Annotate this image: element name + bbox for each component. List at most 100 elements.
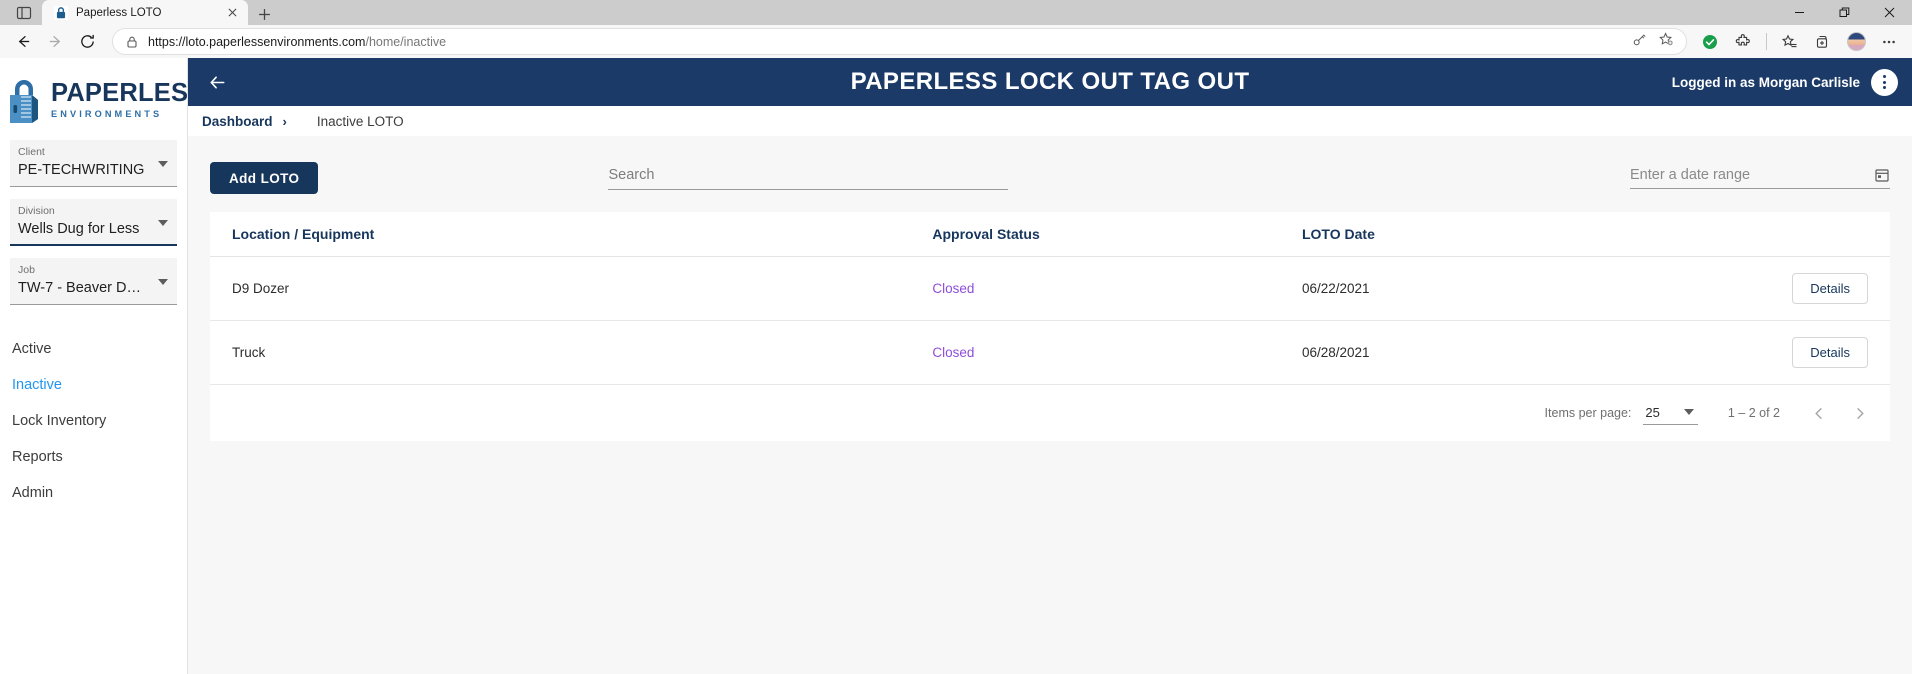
window-close-icon[interactable]	[1867, 0, 1912, 25]
back-arrow-icon[interactable]	[202, 67, 232, 97]
date-range-field[interactable]	[1630, 167, 1890, 189]
cell-status: Closed	[932, 320, 1302, 385]
breadcrumb: Dashboard › Inactive LOTO	[188, 106, 1912, 136]
user-info: Logged in as Morgan Carlisle	[1672, 68, 1898, 96]
new-tab-button[interactable]	[251, 3, 278, 25]
cell-loto-date: 06/28/2021	[1301, 320, 1672, 385]
logo-main-text: PAPERLESS	[51, 78, 206, 107]
details-button[interactable]: Details	[1792, 273, 1868, 304]
browser-titlebar: Paperless LOTO	[0, 0, 1912, 25]
sidebar-nav: Active Inactive Lock Inventory Reports A…	[0, 331, 187, 511]
division-select-value: Wells Dug for Less	[18, 220, 140, 237]
chevron-left-icon[interactable]	[1806, 400, 1832, 426]
profile-avatar-icon[interactable]	[1841, 28, 1871, 56]
date-range-input[interactable]	[1630, 167, 1866, 183]
settings-more-icon[interactable]	[1874, 28, 1904, 56]
close-icon[interactable]	[225, 5, 240, 20]
paginator-nav	[1806, 400, 1872, 426]
job-select-value: TW-7 - Beaver Dam Impr...	[18, 279, 169, 296]
items-per-page-label: Items per page:	[1544, 406, 1632, 420]
extensions-puzzle-icon[interactable]	[1728, 28, 1758, 56]
col-header-location: Location / Equipment	[210, 212, 933, 257]
main-content: PAPERLESS LOCK OUT TAG OUT Logged in as …	[188, 58, 1912, 674]
url-path: /home/inactive	[365, 34, 447, 49]
sidebar: PAPERLESS ENVIRONMENTS Client PE-TECHWRI…	[0, 58, 205, 674]
app-body: PAPERLESS ENVIRONMENTS Client PE-TECHWRI…	[0, 58, 1912, 674]
minimize-icon[interactable]	[1777, 0, 1822, 25]
client-select-label: Client	[18, 146, 45, 158]
division-select-label: Division	[18, 205, 55, 217]
cell-status: Closed	[932, 256, 1302, 321]
search-field[interactable]	[608, 166, 1009, 190]
loto-table: Location / Equipment Approval Status LOT…	[210, 212, 1890, 385]
table-head: Location / Equipment Approval Status LOT…	[210, 212, 1890, 257]
browser-toolbar-actions	[1695, 28, 1904, 56]
site-info-lock-icon[interactable]	[125, 35, 139, 49]
items-per-page-select[interactable]: 25	[1643, 402, 1698, 425]
col-header-actions	[1671, 212, 1890, 257]
reload-icon[interactable]	[72, 28, 102, 56]
cell-actions: Details	[1671, 256, 1890, 321]
calendar-icon[interactable]	[1874, 167, 1890, 183]
cell-location: Truck	[210, 320, 933, 385]
content-toolbar: Add LOTO	[210, 150, 1890, 206]
table-row[interactable]: D9 Dozer Closed 06/22/2021 Details	[210, 256, 1890, 321]
sidebar-item-reports[interactable]: Reports	[0, 439, 187, 475]
col-header-loto-date: LOTO Date	[1301, 212, 1672, 257]
shield-check-icon[interactable]	[1695, 28, 1725, 56]
tab-title: Paperless LOTO	[76, 6, 162, 19]
chevron-down-icon	[158, 161, 168, 167]
browser-tab[interactable]: Paperless LOTO	[42, 0, 248, 25]
sidebar-item-lock-inventory[interactable]: Lock Inventory	[0, 403, 187, 439]
details-button[interactable]: Details	[1792, 337, 1868, 368]
loto-table-card: Location / Equipment Approval Status LOT…	[210, 212, 1890, 441]
star-plus-icon[interactable]	[1659, 31, 1674, 52]
logo-text: PAPERLESS ENVIRONMENTS	[51, 78, 206, 120]
sidebar-item-admin[interactable]: Admin	[0, 475, 187, 511]
chevron-down-icon	[158, 219, 168, 226]
tab-list-icon[interactable]	[6, 0, 42, 25]
padlock-icon	[4, 77, 44, 123]
add-loto-button[interactable]: Add LOTO	[210, 162, 319, 194]
sidebar-item-active[interactable]: Active	[0, 331, 187, 367]
page-range-label: 1 – 2 of 2	[1727, 406, 1780, 420]
col-header-status: Approval Status	[932, 212, 1302, 257]
breadcrumb-dashboard[interactable]: Dashboard	[202, 114, 273, 129]
collections-icon[interactable]	[1808, 28, 1838, 56]
key-icon[interactable]	[1632, 32, 1647, 52]
breadcrumb-current: Inactive LOTO	[316, 113, 404, 129]
items-per-page-value: 25	[1645, 404, 1660, 420]
lock-icon	[54, 5, 68, 20]
chevron-right-icon[interactable]	[1846, 400, 1872, 426]
client-select-value: PE-TECHWRITING	[18, 161, 145, 178]
table-header-row: Location / Equipment Approval Status LOT…	[210, 212, 1890, 257]
chevron-down-icon	[1683, 409, 1694, 415]
favorites-star-list-icon[interactable]	[1775, 28, 1805, 56]
browser-toolbar: https://loto.paperlessenvironments.com/h…	[0, 25, 1912, 58]
omnibox-actions	[1632, 31, 1678, 52]
forward-arrow-icon	[40, 28, 70, 56]
client-select[interactable]: Client PE-TECHWRITING	[10, 140, 177, 187]
search-input[interactable]	[608, 167, 1009, 183]
chevron-down-icon	[158, 279, 168, 285]
job-select-label: Job	[18, 264, 35, 276]
chevron-right-icon: ›	[282, 113, 287, 129]
url-domain: https://loto.paperlessenvironments.com	[148, 34, 366, 49]
window-controls	[1777, 0, 1912, 25]
cell-actions: Details	[1671, 320, 1890, 385]
table-row[interactable]: Truck Closed 06/28/2021 Details	[210, 320, 1890, 385]
avatar	[1846, 32, 1866, 51]
content-area: Add LOTO Search Enter a date range Locat…	[188, 136, 1912, 674]
job-select[interactable]: Job TW-7 - Beaver Dam Impr...	[10, 258, 177, 305]
app-header: PAPERLESS LOCK OUT TAG OUT Logged in as …	[188, 58, 1912, 106]
vertical-dots-icon[interactable]	[1871, 68, 1898, 96]
restore-icon[interactable]	[1822, 0, 1867, 25]
cell-location: D9 Dozer	[210, 256, 933, 321]
address-bar[interactable]: https://loto.paperlessenvironments.com/h…	[112, 28, 1687, 55]
sidebar-item-inactive[interactable]: Inactive	[0, 367, 187, 403]
division-select[interactable]: Division Wells Dug for Less	[10, 199, 177, 246]
paginator: Items per page: 25 1 – 2 of 2	[210, 385, 1890, 441]
logo-sub-text: ENVIRONMENTS	[51, 109, 163, 120]
table-body: D9 Dozer Closed 06/22/2021 Details Truck	[210, 256, 1890, 385]
back-arrow-icon[interactable]	[8, 28, 38, 56]
